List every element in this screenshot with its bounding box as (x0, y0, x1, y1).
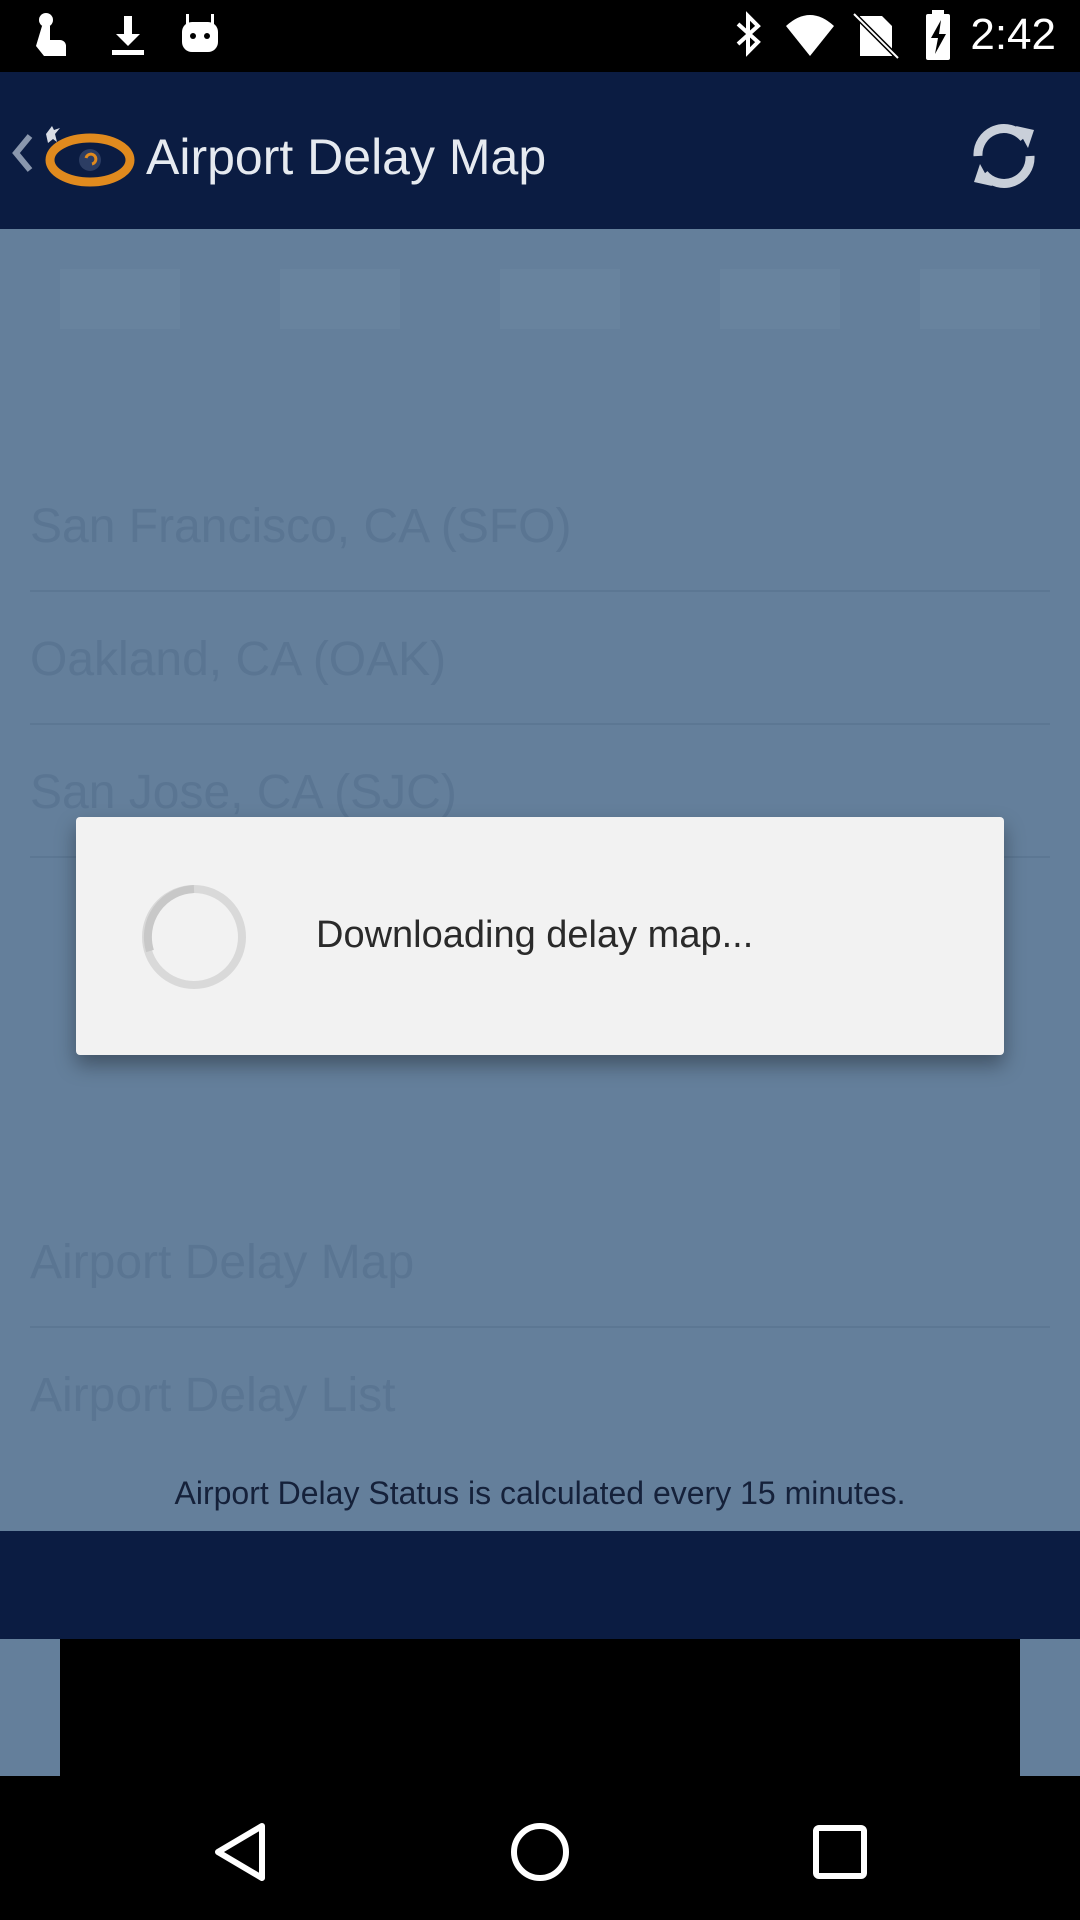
status-bar: 2:42 (0, 0, 1080, 72)
app-title: Airport Delay Map (146, 129, 547, 185)
home-circle-icon[interactable] (500, 1812, 580, 1892)
wifi-icon (786, 15, 834, 56)
dialog-message: Downloading delay map... (316, 914, 754, 956)
system-nav-bar (0, 1776, 1080, 1920)
ad-banner[interactable] (60, 1639, 1020, 1776)
back-triangle-icon[interactable] (200, 1812, 280, 1892)
bottom-band (0, 1531, 1080, 1639)
header-placeholder (720, 269, 840, 329)
android-robot-icon (182, 14, 218, 52)
list-header (0, 229, 1080, 349)
list-item[interactable]: Airport Delay Map (0, 1195, 1080, 1328)
airport-eye-logo-icon (45, 126, 135, 187)
no-sim-icon (852, 12, 900, 60)
loading-spinner-icon (142, 885, 246, 989)
status-time: 2:42 (970, 10, 1056, 59)
header-placeholder (500, 269, 620, 329)
header-placeholder (60, 269, 180, 329)
list-item[interactable]: Oakland, CA (OAK) (0, 592, 1080, 725)
list-item-label: San Jose, CA (SJC) (30, 766, 457, 819)
ad-area (0, 1639, 1080, 1776)
recents-square-icon[interactable] (800, 1812, 880, 1892)
list-item[interactable]: San Francisco, CA (SFO) (0, 459, 1080, 592)
refresh-icon[interactable] (964, 116, 1044, 196)
header-placeholder (280, 269, 400, 329)
touch-hand-icon (36, 13, 66, 56)
list-item-label: Airport Delay Map (30, 1236, 415, 1289)
list-item[interactable]: Airport Delay List (0, 1328, 1080, 1461)
app-bar: Airport Delay Map (0, 72, 1080, 229)
list-item-label: Airport Delay List (30, 1369, 396, 1422)
list-item-label: San Francisco, CA (SFO) (30, 500, 572, 553)
chevron-left-icon[interactable] (8, 130, 38, 176)
list-item-label: Oakland, CA (OAK) (30, 633, 447, 686)
bluetooth-icon (736, 11, 761, 57)
refresh-interval-note: Airport Delay Status is calculated every… (174, 1475, 906, 1511)
progress-dialog: Downloading delay map... (76, 817, 1004, 1055)
battery-charging-icon (926, 10, 950, 60)
download-icon (112, 16, 144, 55)
header-placeholder (920, 269, 1040, 329)
